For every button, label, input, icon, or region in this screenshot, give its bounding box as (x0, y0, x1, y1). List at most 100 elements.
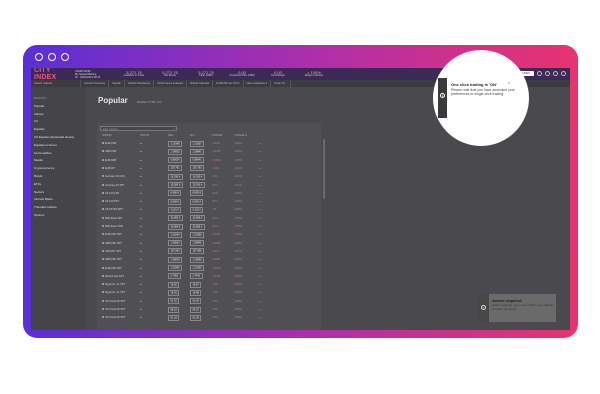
table-row[interactable]: US Crude Oil SPT ● 61.33 61.36 -0.41 -0.66% ⋯ (100, 314, 264, 321)
market-name[interactable]: Germany 40 SPT (100, 183, 140, 187)
tab-new-workspace[interactable]: New workspace 1 (244, 80, 272, 87)
sell-price-button[interactable]: 0.86624 (168, 157, 183, 164)
sidebar-item-fx[interactable]: FX (34, 119, 86, 123)
table-row[interactable]: Wall Street SPT ● 33,805.0 33,808.0 -16.0 -0.… (100, 215, 264, 222)
table-row[interactable]: EUR/GBP ● 0.86624 0.86641 -0.0004 -0.05% ⋯ (100, 157, 264, 164)
column-header[interactable]: SELL (168, 134, 190, 137)
action-required-toast[interactable]: i Action required Action required: you m… (478, 294, 556, 322)
sidebar-item-sectors[interactable]: Sectors (34, 190, 86, 194)
watchlist-checkbox[interactable] (102, 208, 104, 211)
buy-price-button[interactable]: 33,808.5 (190, 223, 205, 230)
logout-icon[interactable] (561, 71, 566, 76)
sell-price-button[interactable]: 1.20344 (168, 231, 183, 238)
more-icon[interactable]: ⋯ (256, 250, 264, 253)
buy-price-button[interactable]: 6,939.4 (190, 198, 204, 205)
buy-price-button[interactable]: 1.38996 (190, 256, 205, 263)
table-row[interactable]: Germany 40 CFD ● 15,290.4 15,292.4 -15.6 -0.1… (100, 173, 264, 180)
settings-icon[interactable] (545, 71, 550, 76)
buy-price-button[interactable]: 2.7441 (190, 273, 203, 280)
search-input[interactable]: Search markets (31, 80, 81, 87)
close-icon[interactable]: × (508, 80, 510, 85)
table-row[interactable]: GBP/USD SPT ● 1.38978 1.38996 -0.0031 -0.22% ⋯ (100, 256, 264, 263)
more-icon[interactable]: ⋯ (256, 291, 264, 294)
market-name[interactable]: Germany 40 CFD (100, 175, 140, 178)
sidebar-item-etfs[interactable]: ETFs (34, 182, 86, 186)
more-icon[interactable]: ⋯ (256, 159, 264, 162)
sidebar-item-indices[interactable]: Indices (34, 112, 86, 116)
table-row[interactable]: Sugar No. 11 SPT ● 16.91 16.98 -0.06 -0.35% ⋯ (100, 289, 264, 296)
more-icon[interactable]: ⋯ (256, 233, 264, 236)
buy-price-button[interactable]: 61.36 (190, 314, 202, 321)
table-row[interactable]: Wall Street CFD ● 33,804.5 33,808.5 -16.5 -0.… (100, 223, 264, 230)
window-dot-icon[interactable] (48, 53, 56, 61)
buy-price-button[interactable]: 0.86641 (190, 157, 205, 164)
user-icon[interactable] (553, 71, 558, 76)
watchlist-checkbox[interactable] (102, 175, 104, 178)
buy-price-button[interactable]: 6,939.9 (190, 190, 204, 197)
market-name[interactable]: EUR/GBP (100, 158, 140, 162)
more-icon[interactable]: ⋯ (256, 242, 264, 245)
watchlist-checkbox[interactable] (102, 258, 104, 261)
more-icon[interactable]: ⋯ (256, 200, 264, 203)
sell-price-button[interactable]: 16.92 (168, 281, 180, 288)
account-selector[interactable]: CAD8742536 My Spread Betting IG · 22/04/… (75, 70, 111, 79)
sidebar-item-bonds[interactable]: Bonds (34, 174, 86, 178)
watchlist-checkbox[interactable] (102, 142, 104, 144)
watchlist-checkbox[interactable] (102, 274, 104, 277)
watchlist-checkbox[interactable] (102, 299, 104, 302)
sell-price-button[interactable]: 1.38925 (168, 148, 183, 155)
sell-price-button[interactable]: 129.761 (168, 165, 183, 172)
sidebar-item-interest-rates[interactable]: Interest Rates (34, 197, 86, 201)
watchlist-checkbox[interactable] (102, 241, 104, 244)
buy-price-button[interactable]: 61.35 (190, 298, 202, 305)
sell-price-button[interactable]: 6,938.6 (168, 198, 182, 205)
more-icon[interactable]: ⋯ (256, 175, 264, 178)
market-name[interactable]: Sugar No. 11 SPT (100, 283, 140, 286)
column-header[interactable]: STATUS (140, 134, 168, 137)
tab-calendar[interactable]: Market Calendar (187, 80, 214, 87)
watchlist-checkbox[interactable] (102, 291, 104, 294)
sell-price-button[interactable]: 1.38920 (168, 240, 183, 247)
more-icon[interactable]: ⋯ (256, 167, 264, 170)
watchlist-checkbox[interactable] (102, 283, 104, 286)
help-icon[interactable] (537, 71, 542, 76)
window-dot-icon[interactable] (35, 53, 43, 61)
market-type-filter[interactable]: MARKET TYPE: All ▾ (137, 101, 161, 104)
column-header[interactable]: MARKET (100, 134, 140, 137)
watchlist-checkbox[interactable] (102, 150, 104, 153)
tab-account-summary[interactable]: Account Summary (81, 80, 110, 87)
table-row[interactable]: US Crude Oil SPT ● 61.32 61.35 -0.42 -0.68% ⋯ (100, 298, 264, 305)
market-name[interactable]: UK 100 CFD (100, 191, 140, 195)
sidebar-item-options[interactable]: Options (34, 213, 86, 217)
watchlist-checkbox[interactable] (102, 308, 104, 310)
market-name[interactable]: US Crude Oil SPT (100, 299, 140, 303)
buy-price-button[interactable]: 1.38941 (190, 148, 205, 155)
more-icon[interactable]: ⋯ (256, 308, 264, 311)
market-name[interactable]: EUR/JPY (100, 166, 140, 170)
table-row[interactable]: UK 100 SPT ● 6,938.6 6,939.4 -25.1 -0.36% ⋯ (100, 198, 264, 205)
sell-price-button[interactable]: 107.843 (168, 248, 183, 255)
buy-price-button[interactable]: 33,808.0 (190, 215, 205, 222)
table-row[interactable]: USD/JPY SPT ● 107.843 107.856 -0.071 -0.07% ⋯ (100, 248, 264, 255)
buy-price-button[interactable]: 1.38946 (190, 240, 205, 247)
more-icon[interactable]: ⋯ (256, 316, 264, 319)
more-icon[interactable]: ⋯ (256, 300, 264, 303)
column-header[interactable]: CHANGE % (234, 134, 256, 137)
sell-price-button[interactable]: 1.20345 (168, 140, 183, 147)
watchlist-checkbox[interactable] (102, 158, 104, 161)
buy-price-button[interactable]: 1.20358 (190, 231, 205, 238)
more-icon[interactable]: ⋯ (256, 192, 264, 195)
market-name[interactable]: EUR/USD (100, 142, 140, 145)
table-row[interactable]: GBP/USD SPT ● 1.38920 1.38946 -0.0035 -0.25% ⋯ (100, 240, 264, 247)
table-row[interactable]: EUR/USD ● 1.20345 1.20357 -0.0011 -0.09% ⋯ (100, 140, 264, 147)
sell-price-button[interactable]: 33,804.5 (168, 223, 183, 230)
buy-price-button[interactable]: 15,292.4 (190, 173, 205, 180)
sell-price-button[interactable]: 4,131.4 (168, 206, 182, 213)
table-scrollbar[interactable] (323, 139, 325, 199)
market-name[interactable]: USD/JPY SPT (100, 249, 140, 253)
watchlist-checkbox[interactable] (102, 191, 104, 194)
market-name[interactable]: US Crude Oil SPT (100, 316, 140, 319)
sidebar-item-us-equities[interactable]: US Equities (Extended Hours) (34, 135, 86, 139)
buy-price-button[interactable]: 16.97 (190, 281, 202, 288)
sell-price-button[interactable]: 61.32 (168, 298, 180, 305)
